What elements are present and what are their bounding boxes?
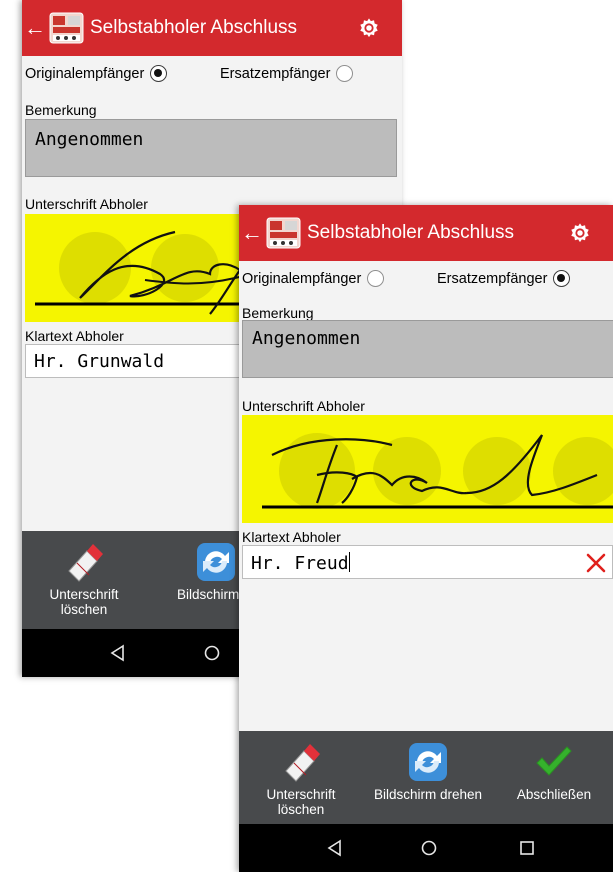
front-screen: ← Selbstabholer Abschluss Originalempfän… [239,205,613,872]
back-arrow-icon[interactable]: ← [24,17,46,39]
signature-pad[interactable] [242,415,613,523]
gear-icon[interactable] [569,222,591,244]
substitute-recipient-radio[interactable] [336,65,354,82]
nav-back-icon[interactable] [108,643,128,663]
original-recipient-label: Originalempfänger [242,270,362,287]
action-bar: Unterschrift löschen Bildschirm drehen A… [239,731,613,829]
eraser-icon [285,744,320,782]
substitute-recipient-label: Ersatzempfänger [220,65,331,82]
nav-home-icon[interactable] [202,643,222,663]
clear-signature-button[interactable]: Unterschrift löschen [22,531,146,629]
clear-signature-label-line1: Unterschrift [49,587,119,602]
app-bar: ← Selbstabholer Abschluss [239,205,613,261]
substitute-recipient-option[interactable]: Ersatzempfänger [437,270,571,287]
recipient-selector: Originalempfänger Ersatzempfänger [239,266,613,292]
substitute-recipient-radio[interactable] [553,270,571,287]
page-title: Selbstabholer Abschluss [90,17,298,38]
original-recipient-option[interactable]: Originalempfänger [25,65,168,82]
signature-drawing [262,433,613,509]
page-title: Selbstabholer Abschluss [307,222,515,243]
clear-signature-label-line1: Unterschrift [266,787,336,802]
gear-icon[interactable] [358,17,380,39]
checkmark-icon [536,746,572,776]
rotate-screen-button[interactable]: Bildschirm drehen [363,731,493,829]
rotate-icon [409,743,447,781]
rotate-icon [197,543,235,581]
finish-label: Abschließen [516,787,592,802]
system-nav-bar [239,824,613,872]
nav-home-icon[interactable] [419,838,439,858]
clear-signature-label-line2: löschen [277,802,325,817]
original-recipient-radio[interactable] [150,65,168,82]
remark-field[interactable]: Angenommen [25,119,397,177]
remark-field[interactable]: Angenommen [242,320,613,378]
remark-label: Bemerkung [25,102,97,118]
app-logo-icon [49,12,84,44]
nav-back-icon[interactable] [325,838,345,858]
eraser-icon [68,544,103,582]
cleartext-value: Hr. Freud [251,553,349,574]
signature-label: Unterschrift Abholer [242,398,365,414]
signature-label: Unterschrift Abholer [25,196,148,212]
clear-signature-button[interactable]: Unterschrift löschen [239,731,363,829]
recipient-selector: Originalempfänger Ersatzempfänger [22,61,402,87]
app-bar: ← Selbstabholer Abschluss [22,0,402,56]
cleartext-label: Klartext Abholer [242,529,341,545]
cleartext-input[interactable]: Hr. Freud [242,545,613,579]
text-cursor [348,552,350,572]
original-recipient-option[interactable]: Originalempfänger [242,270,385,287]
clear-text-icon[interactable] [586,553,606,573]
app-logo-icon [266,217,301,249]
substitute-recipient-option[interactable]: Ersatzempfänger [220,65,354,82]
cleartext-value: Hr. Grunwald [34,351,165,372]
rotate-screen-label: Bildschirm drehen [373,787,483,802]
original-recipient-label: Originalempfänger [25,65,145,82]
clear-signature-label-line2: löschen [60,602,108,617]
cleartext-label: Klartext Abholer [25,328,124,344]
remark-label: Bemerkung [242,305,314,321]
finish-button[interactable]: Abschließen [495,731,613,829]
substitute-recipient-label: Ersatzempfänger [437,270,548,287]
back-arrow-icon[interactable]: ← [241,222,263,244]
nav-recents-icon[interactable] [517,838,537,858]
original-recipient-radio[interactable] [367,270,385,287]
